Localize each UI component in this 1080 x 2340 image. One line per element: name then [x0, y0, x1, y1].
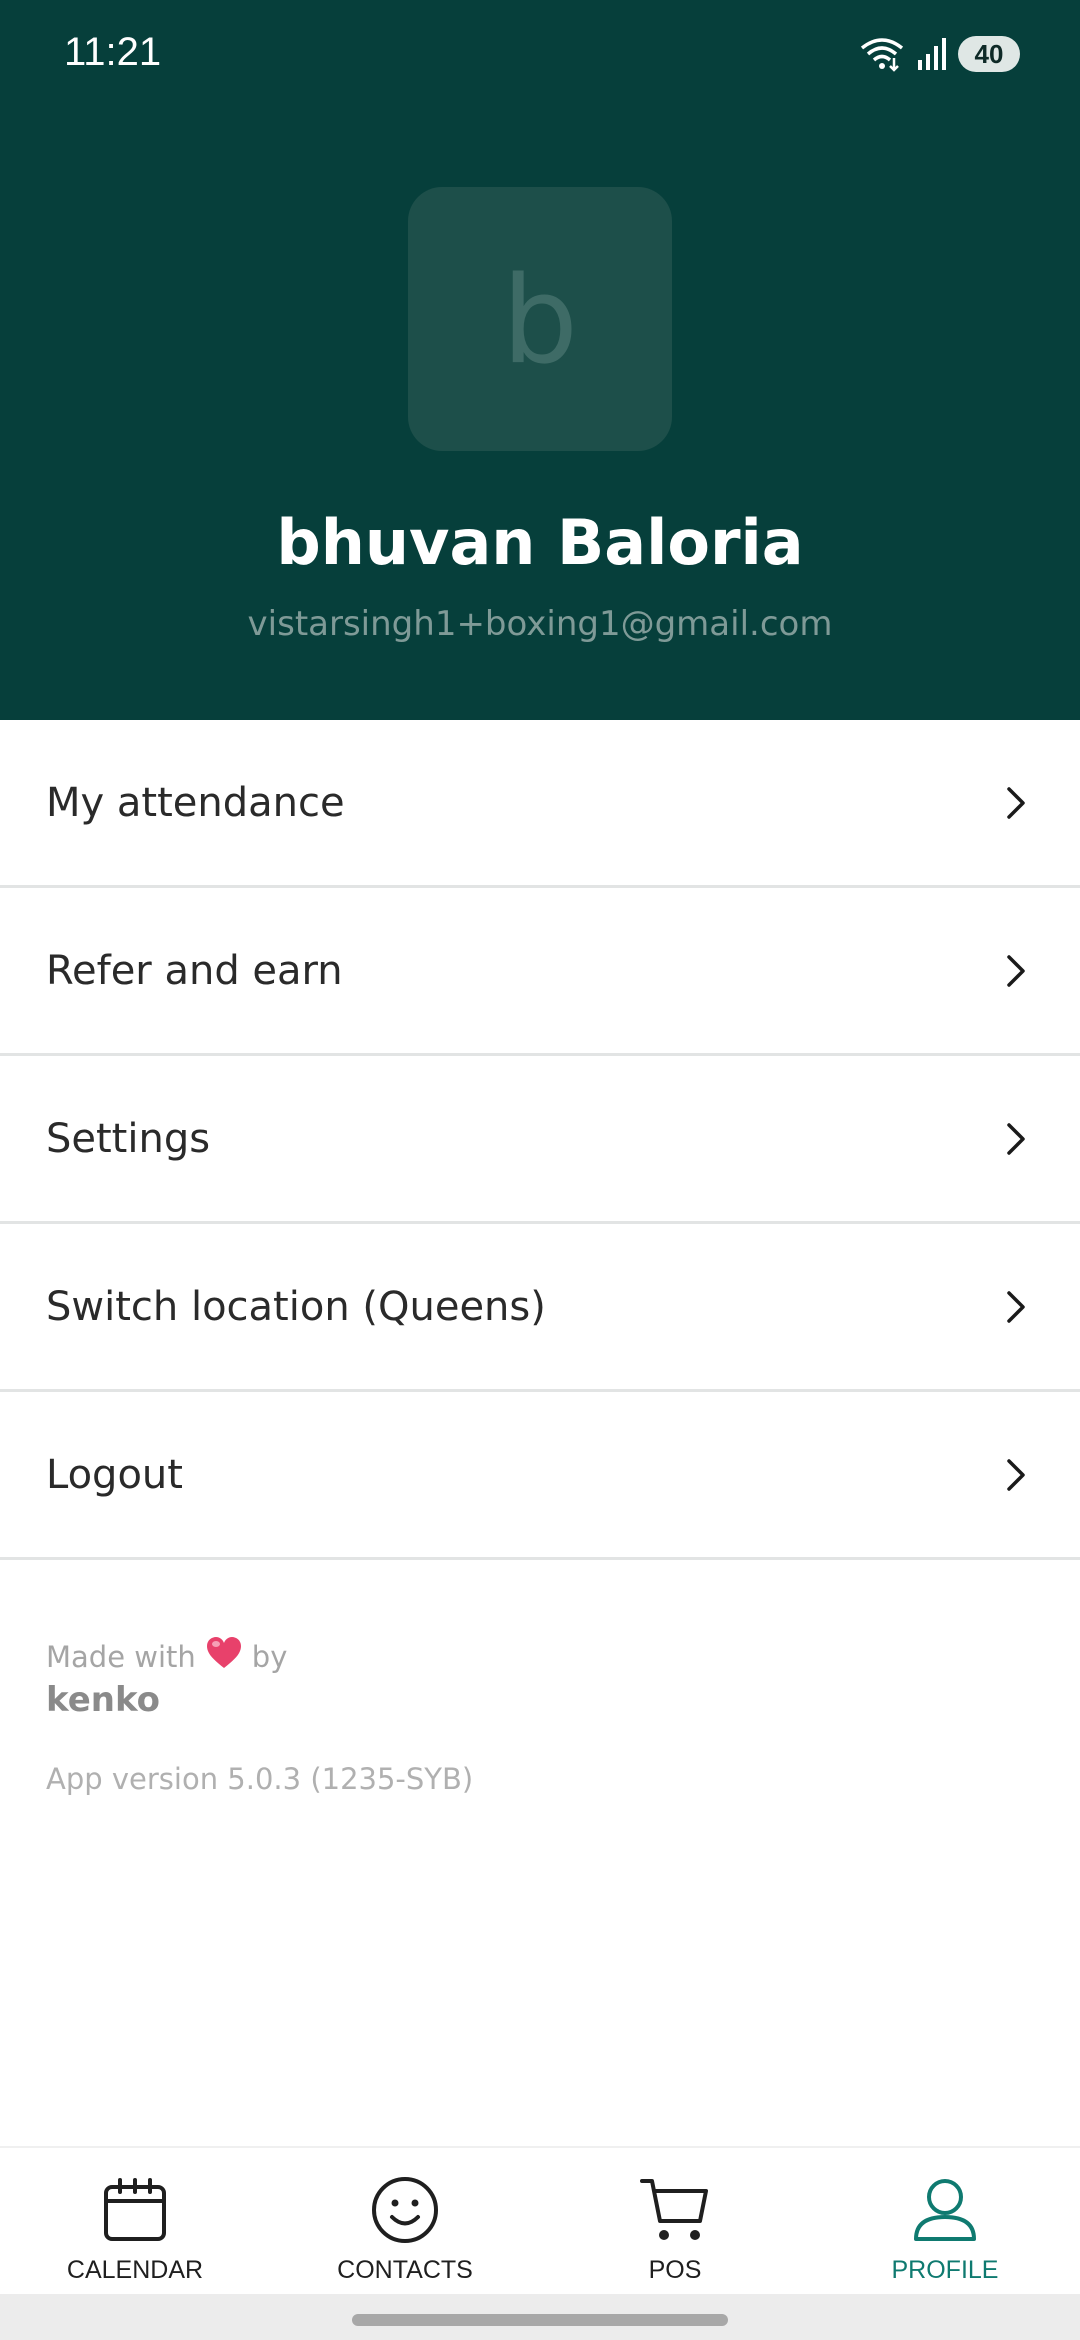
bottom-navigation: CALENDAR CONTACTS POS PROFILE	[0, 2146, 1080, 2294]
gesture-handle[interactable]	[352, 2314, 728, 2326]
heart-icon	[206, 1636, 242, 1677]
chevron-right-icon	[996, 1119, 1036, 1159]
profile-name: bhuvan Baloria	[276, 506, 804, 579]
calendar-icon	[102, 2174, 168, 2246]
cart-icon	[640, 2174, 710, 2246]
nav-label: CONTACTS	[337, 2256, 473, 2284]
nav-item-contacts[interactable]: CONTACTS	[270, 2148, 540, 2294]
status-time: 11:21	[64, 30, 162, 74]
chevron-right-icon	[996, 783, 1036, 823]
nav-label: CALENDAR	[66, 2256, 204, 2284]
battery-icon: 40	[958, 36, 1020, 72]
made-with-prefix: Made with	[46, 1639, 196, 1674]
menu-item-settings[interactable]: Settings	[0, 1056, 1080, 1224]
gesture-bar-area	[0, 2294, 1080, 2340]
menu-item-switch-location[interactable]: Switch location (Queens)	[0, 1224, 1080, 1392]
app-version: App version 5.0.3 (1235-SYB)	[46, 1762, 474, 1796]
avatar[interactable]: b	[408, 187, 672, 451]
profile-email: vistarsingh1+boxing1@gmail.com	[247, 604, 833, 644]
person-icon	[912, 2174, 978, 2246]
profile-header: 11:21 40 b bhuvan Baloria vistarsingh1+b…	[0, 0, 1080, 720]
profile-screen: 11:21 40 b bhuvan Baloria vistarsingh1+b…	[0, 0, 1080, 2340]
nav-label: PROFILE	[891, 2256, 999, 2284]
menu-item-my-attendance[interactable]: My attendance	[0, 720, 1080, 888]
nav-item-calendar[interactable]: CALENDAR	[0, 2148, 270, 2294]
chevron-right-icon	[996, 1455, 1036, 1495]
made-with-suffix: by	[251, 1639, 288, 1674]
brand-name: kenko	[46, 1680, 161, 1720]
menu-item-label: Switch location (Queens)	[46, 1283, 546, 1330]
menu-item-label: Logout	[46, 1451, 183, 1498]
chevron-right-icon	[996, 1287, 1036, 1327]
avatar-letter: b	[501, 252, 579, 391]
menu-item-label: My attendance	[46, 779, 345, 826]
nav-item-profile[interactable]: PROFILE	[810, 2148, 1080, 2294]
chevron-right-icon	[996, 951, 1036, 991]
nav-label: POS	[648, 2256, 702, 2284]
wifi-icon	[860, 36, 904, 72]
menu-item-label: Settings	[46, 1115, 211, 1162]
signal-icon	[914, 36, 948, 72]
smiley-icon	[371, 2174, 439, 2246]
nav-item-pos[interactable]: POS	[540, 2148, 810, 2294]
menu-item-refer-and-earn[interactable]: Refer and earn	[0, 888, 1080, 1056]
status-icons: 40	[860, 34, 1020, 74]
menu-item-logout[interactable]: Logout	[0, 1392, 1080, 1560]
menu-item-label: Refer and earn	[46, 947, 343, 994]
profile-menu: My attendance Refer and earn Settings Sw…	[0, 720, 1080, 1560]
made-with-text: Made with by	[46, 1636, 287, 1677]
